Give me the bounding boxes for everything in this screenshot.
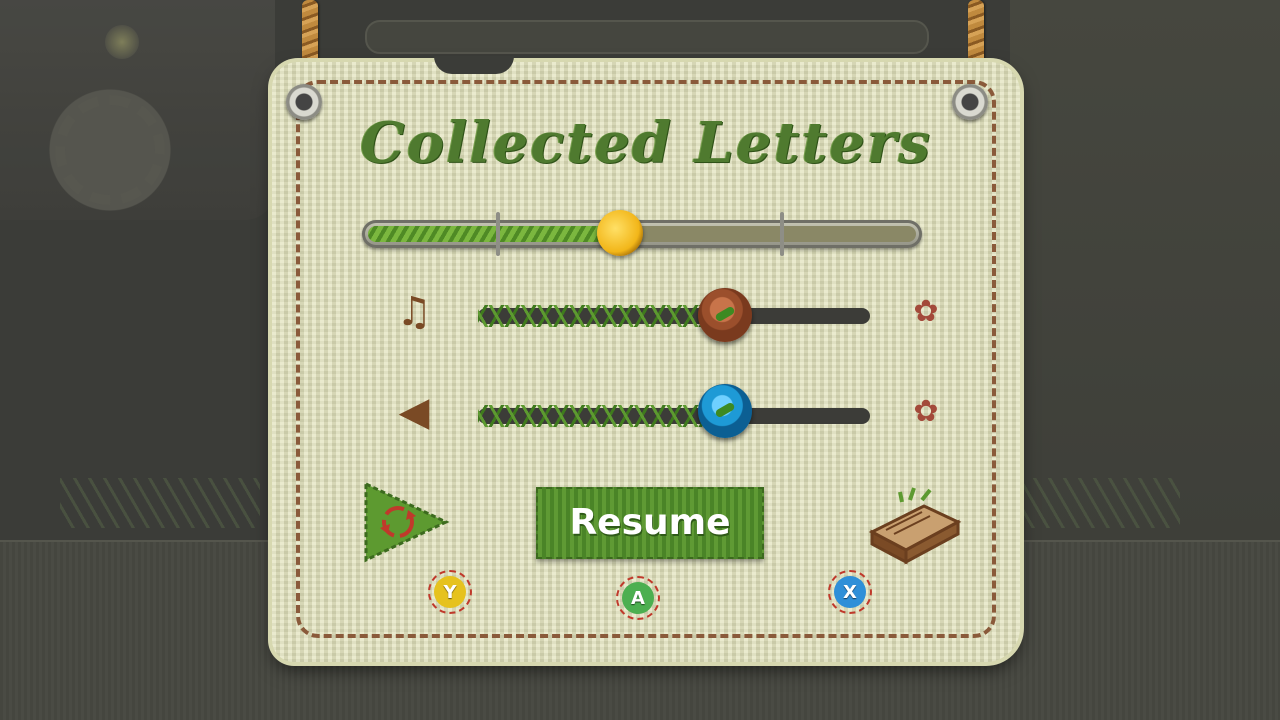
music-volume-knob[interactable] [697,288,752,342]
gamepad-a-badge: A [616,576,660,620]
background-plants [1020,478,1180,528]
music-mute-icon[interactable]: ✿ [904,290,948,334]
sound-volume-knob[interactable] [697,384,752,438]
gamepad-x-label: X [834,576,866,608]
restart-button[interactable] [360,480,450,564]
sound-slider-fill [478,405,725,427]
sound-mute-icon[interactable]: ✿ [904,390,948,434]
background-lamp [105,25,139,59]
music-note-icon: ♫ [396,289,432,335]
panel-notch [434,56,514,74]
background-machine [0,0,275,220]
gamepad-x-badge: X [828,570,872,614]
gamepad-a-label: A [622,582,654,614]
letters-book-button[interactable] [864,470,964,570]
pause-menu-panel: Collected Letters ♫ ✿ ◀ ✿ Resume Y A X [272,56,1020,662]
music-slider-fill [478,305,725,327]
letters-progress-bar [362,210,922,256]
progress-knob [597,210,644,256]
background-gear-icon [55,95,165,205]
page-title: Collected Letters [360,110,932,176]
background-level-bar [365,20,929,54]
progress-fill [368,226,621,242]
resume-button[interactable]: Resume [536,487,764,559]
background-plants [60,478,260,528]
background-scenery [1010,0,1280,540]
book-icon [868,487,962,565]
restart-icon [364,481,450,563]
progress-tick [780,212,784,256]
progress-tick [496,212,500,256]
gamepad-y-label: Y [434,576,466,608]
speaker-icon: ◀ [398,389,430,435]
gamepad-y-badge: Y [428,570,472,614]
